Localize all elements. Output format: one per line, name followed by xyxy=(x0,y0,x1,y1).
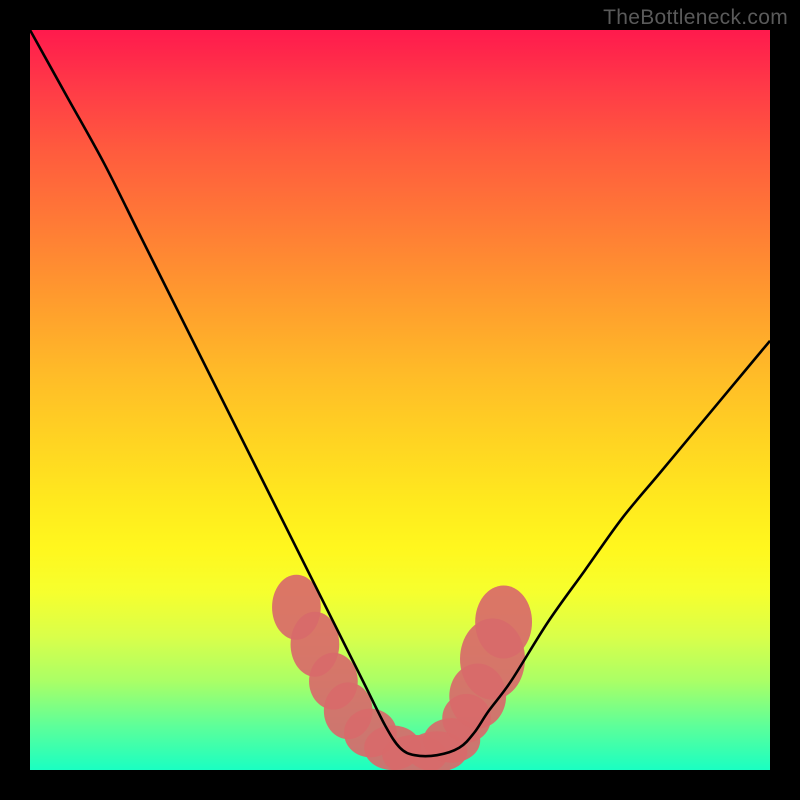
chart-frame: TheBottleneck.com xyxy=(0,0,800,800)
chart-plot-area xyxy=(30,30,770,770)
bottleneck-curve xyxy=(30,30,770,756)
attribution-label: TheBottleneck.com xyxy=(603,6,788,30)
highlight-marker xyxy=(475,585,532,658)
chart-svg xyxy=(30,30,770,770)
marker-group xyxy=(272,575,532,770)
